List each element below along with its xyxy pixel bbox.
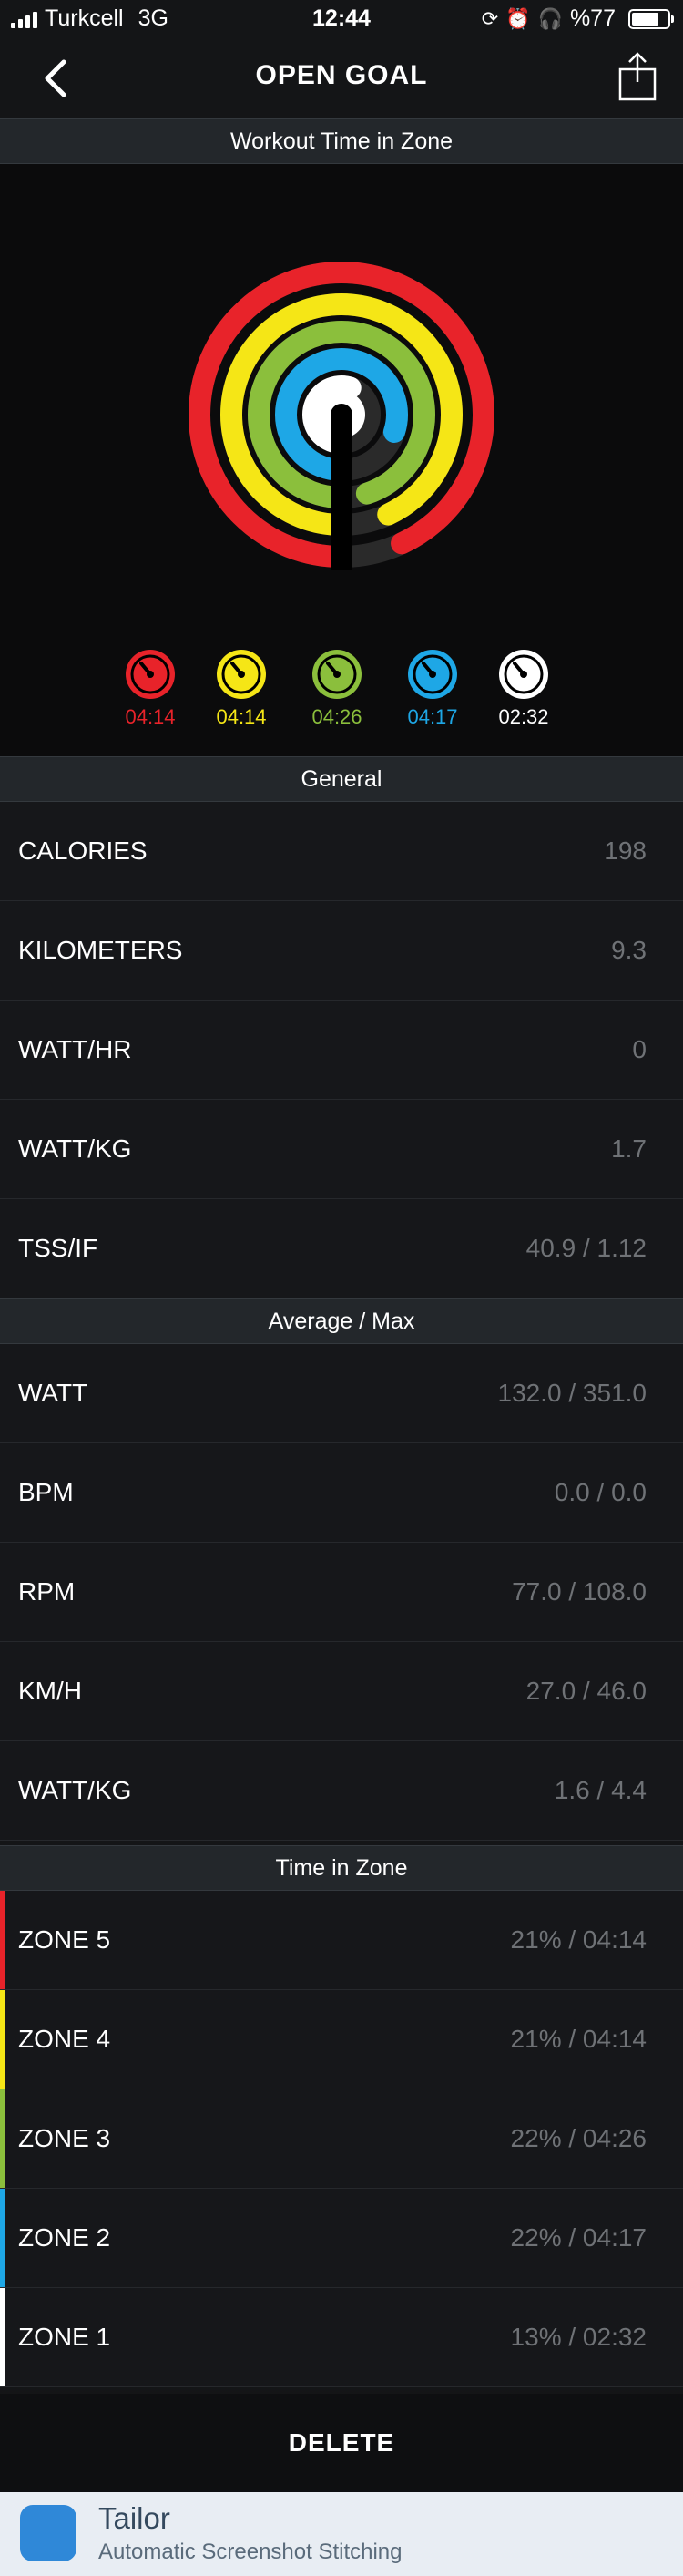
average-max-row: WATT/KG 1.6 / 4.4 bbox=[0, 1741, 683, 1841]
zone-row: ZONE 2 22% / 04:17 bbox=[0, 2189, 683, 2288]
average-max-row: KM/H 27.0 / 46.0 bbox=[0, 1642, 683, 1741]
general-row: TSS/IF 40.9 / 1.12 bbox=[0, 1199, 683, 1298]
general-value: 9.3 bbox=[611, 936, 647, 964]
general-label: CALORIES bbox=[18, 836, 148, 865]
chart-start-marker bbox=[331, 415, 352, 570]
average-max-value: 27.0 / 46.0 bbox=[525, 1677, 647, 1705]
zone-value: 22% / 04:17 bbox=[510, 2223, 647, 2252]
stopwatch-icon bbox=[499, 650, 548, 699]
zone-value: 21% / 04:14 bbox=[510, 2025, 647, 2053]
legend-item: 04:26 bbox=[291, 647, 382, 729]
average-max-label: WATT/KG bbox=[18, 1776, 132, 1804]
zone-color-bar bbox=[0, 2089, 5, 2188]
legend-label: 04:14 bbox=[216, 705, 267, 728]
stopwatch-icon bbox=[126, 650, 175, 699]
alarm-icon: ⏰ bbox=[505, 6, 531, 30]
stopwatch-icon bbox=[312, 650, 362, 699]
average-max-label: RPM bbox=[18, 1577, 76, 1606]
general-row: WATT/HR 0 bbox=[0, 1001, 683, 1100]
zone-row: ZONE 1 13% / 02:32 bbox=[0, 2288, 683, 2387]
zone-row: ZONE 5 21% / 04:14 bbox=[0, 1891, 683, 1990]
general-row: WATT/KG 1.7 bbox=[0, 1100, 683, 1199]
legend-label: 04:26 bbox=[311, 705, 362, 728]
legend-item: 04:14 bbox=[196, 647, 287, 729]
average-max-value: 132.0 / 351.0 bbox=[497, 1379, 647, 1407]
stopwatch-icon bbox=[217, 650, 266, 699]
average-max-value: 0.0 / 0.0 bbox=[554, 1478, 647, 1506]
zone-color-bar bbox=[0, 2189, 5, 2287]
nav-bar: OPEN GOAL bbox=[0, 40, 683, 118]
general-label: KILOMETERS bbox=[18, 936, 183, 964]
zone-label: ZONE 1 bbox=[18, 2323, 111, 2351]
general-label: WATT/KG bbox=[18, 1134, 132, 1163]
tailor-banner: Tailor Automatic Screenshot Stitching bbox=[0, 2492, 683, 2576]
legend-label: 02:32 bbox=[498, 705, 549, 728]
zone-row: ZONE 3 22% / 04:26 bbox=[0, 2089, 683, 2189]
zone-color-bar bbox=[0, 2288, 5, 2386]
legend-item: 04:14 bbox=[105, 647, 196, 729]
legend-item: 04:17 bbox=[387, 647, 478, 729]
section-header-time-in-zone: Time in Zone bbox=[0, 1845, 683, 1891]
legend-label: 04:17 bbox=[407, 705, 458, 728]
section-header-average-max: Average / Max bbox=[0, 1298, 683, 1344]
stopwatch-icon bbox=[408, 650, 457, 699]
zone-label: ZONE 3 bbox=[18, 2124, 111, 2152]
section-header-workout: Workout Time in Zone bbox=[0, 118, 683, 164]
average-max-value: 1.6 / 4.4 bbox=[554, 1776, 647, 1804]
zone-value: 22% / 04:26 bbox=[510, 2124, 647, 2152]
zone-label: ZONE 2 bbox=[18, 2223, 111, 2252]
zone-color-bar bbox=[0, 1891, 5, 1989]
general-value: 198 bbox=[604, 836, 647, 865]
zone-label: ZONE 4 bbox=[18, 2025, 111, 2053]
zone-color-bar bbox=[0, 1990, 5, 2089]
average-max-row: RPM 77.0 / 108.0 bbox=[0, 1543, 683, 1642]
zone-rings-chart bbox=[189, 262, 494, 570]
zone-value: 13% / 02:32 bbox=[510, 2323, 647, 2351]
zone-legend: 04:14 04:14 04:26 04:17 02:32 bbox=[0, 647, 683, 747]
status-right: ⟳ ⏰ 🎧 %77 bbox=[481, 5, 674, 32]
banner-title: Tailor bbox=[98, 2501, 170, 2535]
tailor-app-icon bbox=[20, 2505, 76, 2561]
page-title: OPEN GOAL bbox=[255, 60, 428, 90]
average-max-label: KM/H bbox=[18, 1677, 82, 1705]
legend-label: 04:14 bbox=[125, 705, 176, 728]
share-icon[interactable] bbox=[617, 51, 658, 102]
battery-icon bbox=[628, 8, 674, 29]
section-header-general: General bbox=[0, 756, 683, 802]
average-max-value: 77.0 / 108.0 bbox=[512, 1577, 647, 1606]
general-label: TSS/IF bbox=[18, 1234, 98, 1262]
headphones-icon: 🎧 bbox=[537, 6, 563, 30]
legend-item: 02:32 bbox=[478, 647, 569, 729]
status-bar: Turkcell 3G 12:44 ⟳ ⏰ 🎧 %77 bbox=[0, 0, 683, 40]
rotation-lock-icon: ⟳ bbox=[481, 6, 499, 30]
average-max-label: BPM bbox=[18, 1478, 74, 1506]
general-value: 1.7 bbox=[611, 1134, 647, 1163]
banner-subtitle: Automatic Screenshot Stitching bbox=[98, 2540, 403, 2564]
general-row: KILOMETERS 9.3 bbox=[0, 901, 683, 1001]
zone-row: ZONE 4 21% / 04:14 bbox=[0, 1990, 683, 2089]
delete-button[interactable]: DELETE bbox=[0, 2394, 683, 2492]
general-value: 40.9 / 1.12 bbox=[525, 1234, 647, 1262]
general-value: 0 bbox=[632, 1035, 647, 1063]
zone-label: ZONE 5 bbox=[18, 1925, 111, 1954]
average-max-row: WATT 132.0 / 351.0 bbox=[0, 1344, 683, 1443]
battery-percent: %77 bbox=[569, 5, 616, 31]
zone-value: 21% / 04:14 bbox=[510, 1925, 647, 1954]
average-max-label: WATT bbox=[18, 1379, 88, 1407]
general-label: WATT/HR bbox=[18, 1035, 132, 1063]
general-row: CALORIES 198 bbox=[0, 802, 683, 901]
zone-chart-area: 04:14 04:14 04:26 04:17 02:32 bbox=[0, 164, 683, 756]
average-max-row: BPM 0.0 / 0.0 bbox=[0, 1443, 683, 1543]
